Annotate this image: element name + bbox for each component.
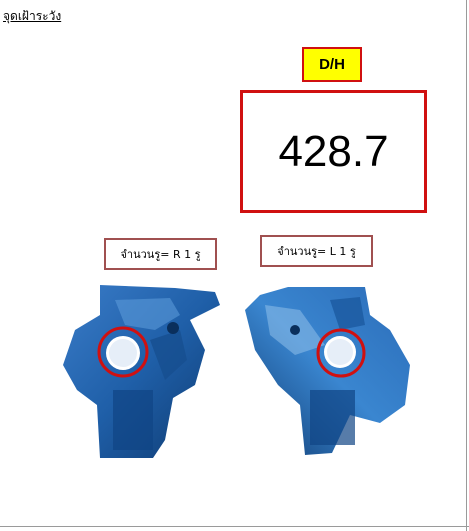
section-heading: จุดเฝ้าระวัง: [3, 9, 62, 23]
page-border-right: [466, 0, 467, 531]
measurement-value: 428.7: [240, 90, 427, 213]
dh-label: D/H: [302, 47, 362, 82]
part-image-left: [245, 287, 410, 455]
page-border-bottom: [0, 526, 469, 527]
hole-count-left: จำนวนรู= L 1 รู: [260, 235, 373, 267]
hole-count-right: จำนวนรู= R 1 รู: [104, 238, 217, 270]
part-image-right: [63, 285, 220, 458]
